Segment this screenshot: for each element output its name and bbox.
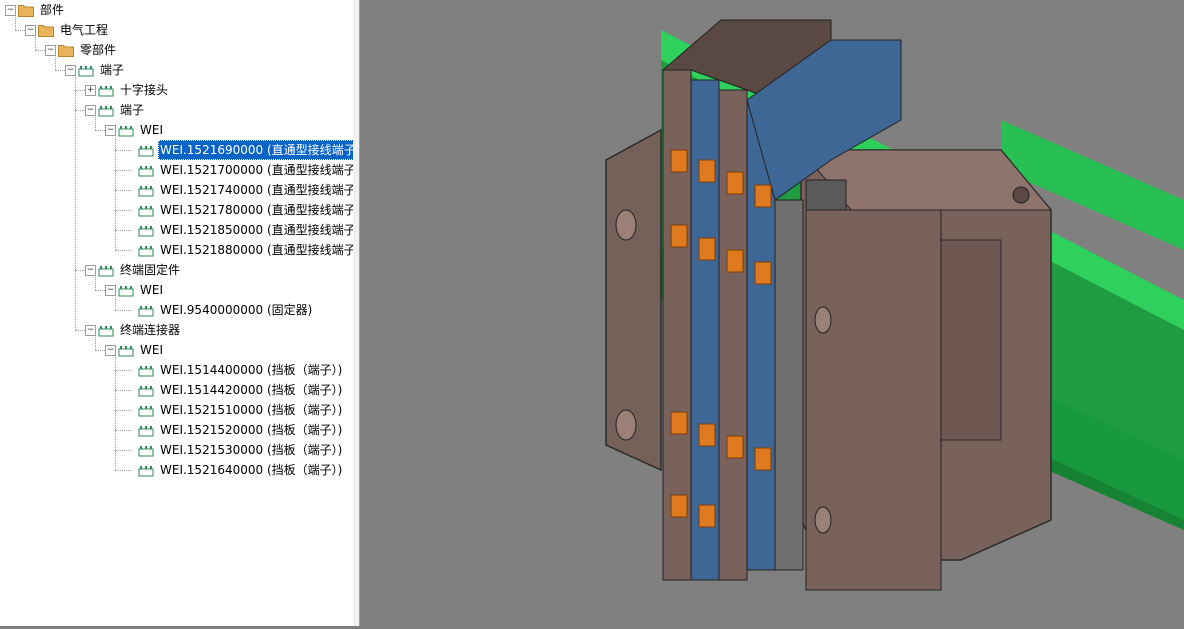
tree-connector (115, 390, 131, 391)
tree-node-label[interactable]: WEI.9540000000 (固定器) (158, 300, 314, 320)
tree-node-label[interactable]: WEI (138, 340, 165, 360)
tree-node-label[interactable]: 端子 (118, 100, 146, 120)
collapse-icon[interactable]: − (105, 125, 116, 136)
collapse-icon[interactable]: − (85, 265, 96, 276)
tree-connector (115, 170, 131, 171)
tree-node[interactable]: − 端子 (0, 100, 353, 120)
collapse-icon[interactable]: − (85, 325, 96, 336)
tree-node[interactable]: WEI.1521690000 (直通型接线端子) (0, 140, 353, 160)
tree-node[interactable]: WEI.1521700000 (直通型接线端子) (0, 160, 353, 180)
tree-connector (115, 450, 131, 451)
collapse-icon[interactable]: − (45, 45, 56, 56)
tree-node-label[interactable]: 零部件 (78, 40, 118, 60)
tree-node[interactable]: − 电气工程 (0, 20, 353, 40)
tree-node[interactable]: WEI.1521510000 (挡板（端子）) (0, 400, 353, 420)
tree-node-label[interactable]: WEI.1521530000 (挡板（端子）) (158, 440, 344, 460)
tree-node[interactable]: WEI.1514400000 (挡板（端子）) (0, 360, 353, 380)
tree-node[interactable]: − 零部件 (0, 40, 353, 60)
collapse-icon[interactable]: − (25, 25, 36, 36)
tree-connector (115, 370, 131, 371)
collapse-icon[interactable]: − (85, 105, 96, 116)
tree-connector (115, 470, 131, 471)
component-tree[interactable]: − 部件 − 电气工程 − 零部件 − 端子 + 十字接头 − 端子 − WEI WEI.152169000… (0, 0, 354, 626)
left-end-plate (605, 128, 662, 472)
tree-node-label[interactable]: 端子 (98, 60, 126, 80)
collapse-icon[interactable]: − (105, 345, 116, 356)
tree-node[interactable]: − 端子 (0, 60, 353, 80)
tree-node[interactable]: WEI.1521530000 (挡板（端子）) (0, 440, 353, 460)
tree-node-label[interactable]: WEI.1514420000 (挡板（端子）) (158, 380, 344, 400)
tree-node[interactable]: − 终端连接器 (0, 320, 353, 340)
tree-node-label[interactable]: WEI (138, 120, 165, 140)
tree-node-label[interactable]: 电气工程 (58, 20, 110, 40)
tree-node-label[interactable]: 终端连接器 (118, 320, 182, 340)
tree-node-label-selected[interactable]: WEI.1521690000 (直通型接线端子) (158, 140, 353, 160)
tree-connector (115, 150, 131, 151)
collapse-icon[interactable]: − (5, 5, 16, 16)
tree-node-label[interactable]: WEI (138, 280, 165, 300)
tree-node[interactable]: WEI.1521880000 (直通型接线端子) (0, 240, 353, 260)
collapse-icon[interactable]: − (65, 65, 76, 76)
tree-node-label[interactable]: WEI.1521510000 (挡板（端子）) (158, 400, 344, 420)
collapse-icon[interactable]: − (105, 285, 116, 296)
tree-node[interactable]: − WEI (0, 120, 353, 140)
tree-node[interactable]: WEI.1521640000 (挡板（端子）) (0, 460, 353, 480)
tree-connector (115, 190, 131, 191)
tree-node[interactable]: WEI.1514420000 (挡板（端子）) (0, 380, 353, 400)
expand-icon[interactable]: + (85, 85, 96, 96)
tree-connector (115, 250, 131, 251)
tree-node-label[interactable]: 终端固定件 (118, 260, 182, 280)
tree-node[interactable]: − WEI (0, 280, 353, 300)
tree-node-label[interactable]: WEI.1521780000 (直通型接线端子) (158, 200, 353, 220)
tree-node[interactable]: WEI.1521850000 (直通型接线端子) (0, 220, 353, 240)
tree-node-label[interactable]: WEI.1521740000 (直通型接线端子) (158, 180, 353, 200)
terminal-block-model (605, 19, 1184, 591)
tree-node-label[interactable]: WEI.1521520000 (挡板（端子）) (158, 420, 344, 440)
tree-node-label[interactable]: WEI.1521850000 (直通型接线端子) (158, 220, 353, 240)
tree-connector (115, 230, 131, 231)
tree-connector (115, 310, 131, 311)
tree-node[interactable]: − WEI (0, 340, 353, 360)
tree-connector (115, 430, 131, 431)
tree-scrollbar[interactable] (353, 0, 360, 626)
tree-node[interactable]: WEI.1521740000 (直通型接线端子) (0, 180, 353, 200)
tree-node-label[interactable]: WEI.1521640000 (挡板（端子）) (158, 460, 344, 480)
tree-node-label[interactable]: WEI.1514400000 (挡板（端子）) (158, 360, 344, 380)
tree-node-label[interactable]: WEI.1521700000 (直通型接线端子) (158, 160, 353, 180)
tree-connector (115, 410, 131, 411)
tree-node[interactable]: − 终端固定件 (0, 260, 353, 280)
tree-node[interactable]: WEI.1521520000 (挡板（端子）) (0, 420, 353, 440)
terminal-icon (138, 463, 154, 483)
tree-connector (115, 210, 131, 211)
tree-node[interactable]: + 十字接头 (0, 80, 353, 100)
tree-node[interactable]: − 部件 (0, 0, 353, 20)
tree-node-label[interactable]: 部件 (38, 0, 66, 20)
tree-node[interactable]: WEI.9540000000 (固定器) (0, 300, 353, 320)
tree-node-label[interactable]: WEI.1521880000 (直通型接线端子) (158, 240, 353, 260)
tree-node[interactable]: WEI.1521780000 (直通型接线端子) (0, 200, 353, 220)
3d-viewport[interactable] (361, 0, 1184, 626)
tree-node-label[interactable]: 十字接头 (118, 80, 170, 100)
